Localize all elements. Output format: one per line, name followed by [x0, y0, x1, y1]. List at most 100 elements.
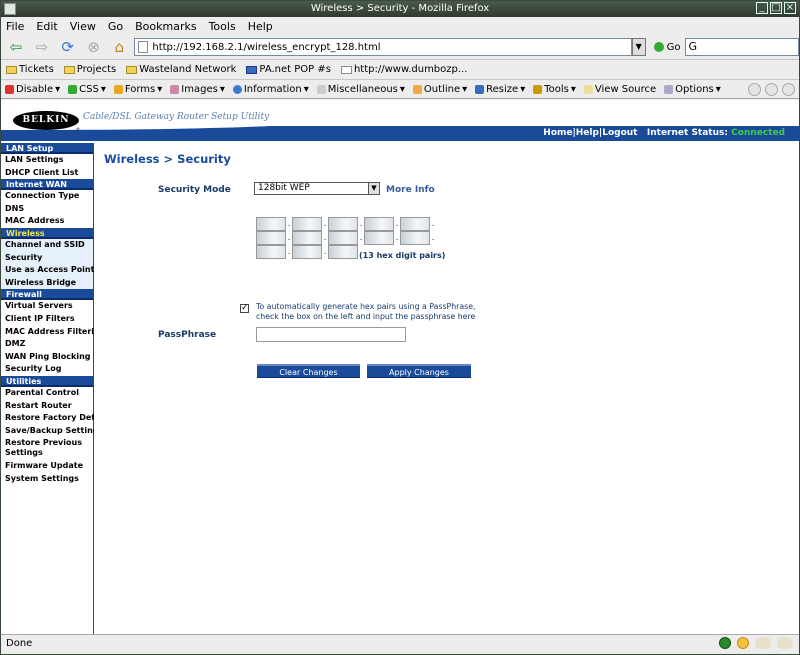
wd-miscellaneous[interactable]: Miscellaneous ▾	[316, 84, 405, 95]
key-field[interactable]	[400, 217, 430, 231]
bookmark-wasteland[interactable]: Wasteland Network	[126, 64, 236, 75]
key-field[interactable]	[292, 245, 322, 259]
sidebar-item-connection-type[interactable]: Connection Type	[1, 190, 93, 203]
bookmark-label: Tickets	[19, 64, 54, 75]
sidebar-item-mac-address[interactable]: MAC Address	[1, 215, 93, 228]
bookmark-projects[interactable]: Projects	[63, 64, 116, 75]
go-button[interactable]: Go	[653, 42, 681, 53]
stop-icon[interactable]: ⊗	[83, 37, 105, 57]
menu-help[interactable]: Help	[248, 20, 273, 33]
sidebar-item-security-log[interactable]: Security Log	[1, 363, 93, 376]
wd-disable[interactable]: Disable ▾	[5, 84, 60, 95]
menu-tools[interactable]: Tools	[209, 20, 236, 33]
security-mode-select[interactable]: 128bit WEP ▼	[254, 182, 380, 195]
resize-icon	[475, 84, 485, 94]
sidebar-item-restore-factory-default[interactable]: Restore Factory Default	[1, 412, 112, 425]
info-status-icon[interactable]	[765, 83, 778, 96]
page-icon	[340, 65, 352, 74]
wd-options[interactable]: Options ▾	[664, 84, 721, 95]
menu-view[interactable]: View	[70, 20, 96, 33]
wd-css[interactable]: CSS ▾	[68, 84, 106, 95]
sidebar-item-security[interactable]: Security	[1, 251, 93, 265]
clear-changes-button[interactable]: Clear Changes	[257, 364, 360, 378]
sidebar-item-access-point[interactable]: Use as Access Point	[1, 264, 94, 277]
more-info-link[interactable]: More Info	[386, 185, 435, 195]
bookmark-dumbozp[interactable]: http://www.dumbozp...	[340, 64, 467, 75]
sidebar-item-dns[interactable]: DNS	[1, 203, 93, 216]
key-field[interactable]	[364, 231, 394, 245]
close-icon[interactable]: ×	[784, 2, 796, 14]
weather-sun-icon[interactable]	[737, 637, 749, 649]
sidebar-item-parental-control[interactable]: Parental Control	[1, 387, 93, 400]
sidebar-item-firmware-update[interactable]: Firmware Update	[1, 460, 93, 473]
passphrase-input[interactable]	[256, 327, 406, 342]
css-status-icon[interactable]	[748, 83, 761, 96]
bookmark-label: Wasteland Network	[139, 64, 237, 75]
bookmark-label: PA.net POP #s	[259, 64, 331, 75]
sidebar-item-mac-filtering[interactable]: MAC Address Filtering	[1, 326, 105, 339]
autogen-checkbox[interactable]: ✓	[240, 304, 249, 313]
menu-go[interactable]: Go	[108, 20, 123, 33]
key-field[interactable]	[256, 245, 286, 259]
bookmark-panet[interactable]: PA.net POP #s	[246, 64, 331, 75]
sidebar-item-wireless-bridge[interactable]: Wireless Bridge	[1, 276, 93, 290]
key-field[interactable]	[364, 217, 394, 231]
url-bar[interactable]: http://192.168.2.1/wireless_encrypt_128.…	[134, 38, 632, 56]
sidebar-item-dmz[interactable]: DMZ	[1, 338, 93, 351]
bookmark-tickets[interactable]: Tickets	[6, 64, 54, 75]
wd-view-source[interactable]: View Source	[583, 84, 656, 95]
wd-forms[interactable]: Forms ▾	[113, 84, 162, 95]
wd-outline[interactable]: Outline ▾	[412, 84, 467, 95]
options-status-icon[interactable]	[782, 83, 795, 96]
title-bar: Wireless > Security - Mozilla Firefox _ …	[1, 1, 799, 17]
wd-resize[interactable]: Resize ▾	[475, 84, 525, 95]
sidebar-item-restore-previous-settings[interactable]: Restore Previous Settings	[1, 437, 93, 460]
key-field[interactable]	[400, 231, 430, 245]
sidebar-section-lan-setup[interactable]: LAN Setup	[1, 143, 93, 154]
forward-icon[interactable]: ⇨	[31, 37, 53, 57]
wd-label: Disable	[16, 83, 54, 95]
wd-information[interactable]: Information ▾	[232, 84, 309, 95]
sidebar-item-system-settings[interactable]: System Settings	[1, 473, 93, 486]
key-field[interactable]	[292, 217, 322, 231]
sidebar-item-virtual-servers[interactable]: Virtual Servers	[1, 300, 93, 313]
reload-icon[interactable]: ⟳	[57, 37, 79, 57]
back-icon[interactable]: ⇦	[5, 37, 27, 57]
sidebar-item-channel-ssid[interactable]: Channel and SSID	[1, 238, 93, 252]
sidebar-item-wan-ping-blocking[interactable]: WAN Ping Blocking	[1, 351, 93, 364]
key-field[interactable]	[256, 217, 286, 231]
key-field[interactable]	[328, 245, 358, 259]
search-input[interactable]: G	[684, 38, 799, 56]
menu-bookmarks[interactable]: Bookmarks	[135, 20, 196, 33]
weather-partly-cloudy-icon[interactable]	[777, 637, 793, 649]
menu-file[interactable]: File	[6, 20, 24, 33]
home-icon[interactable]: ⌂	[109, 37, 131, 57]
window-menu-icon[interactable]	[4, 3, 16, 15]
key-field[interactable]	[292, 231, 322, 245]
key-field[interactable]	[328, 217, 358, 231]
wd-label: Tools	[544, 83, 569, 95]
sidebar-section-wireless[interactable]: Wireless	[1, 227, 93, 239]
sidebar-item-client-ip-filters[interactable]: Client IP Filters	[1, 313, 93, 326]
window-title: Wireless > Security - Mozilla Firefox	[310, 3, 490, 14]
sidebar-section-internet-wan[interactable]: Internet WAN	[1, 179, 93, 191]
key-field[interactable]	[328, 231, 358, 245]
key-field[interactable]	[256, 231, 286, 245]
maximize-icon[interactable]: □	[770, 2, 782, 14]
url-dropdown-icon[interactable]: ▼	[631, 38, 646, 56]
sidebar-section-utilities[interactable]: Utilities	[1, 375, 93, 387]
sidebar-item-restart-router[interactable]: Restart Router	[1, 400, 93, 413]
connection-status-icon[interactable]	[719, 637, 731, 649]
wd-tools[interactable]: Tools ▾	[533, 84, 576, 95]
menu-edit[interactable]: Edit	[36, 20, 57, 33]
apply-changes-button[interactable]: Apply Changes	[367, 364, 471, 378]
home-help-logout-links[interactable]: Home|Help|Logout	[543, 128, 637, 138]
sidebar-item-dhcp-client-list[interactable]: DHCP Client List	[1, 167, 93, 180]
sidebar-item-lan-settings[interactable]: LAN Settings	[1, 154, 93, 167]
sidebar-section-firewall[interactable]: Firewall	[1, 289, 93, 301]
minimize-icon[interactable]: _	[756, 2, 768, 14]
css-icon	[68, 84, 78, 94]
wd-images[interactable]: Images ▾	[170, 84, 225, 95]
sidebar-item-save-backup-settings[interactable]: Save/Backup Settings	[1, 425, 103, 438]
weather-cloud-icon[interactable]	[755, 637, 771, 649]
